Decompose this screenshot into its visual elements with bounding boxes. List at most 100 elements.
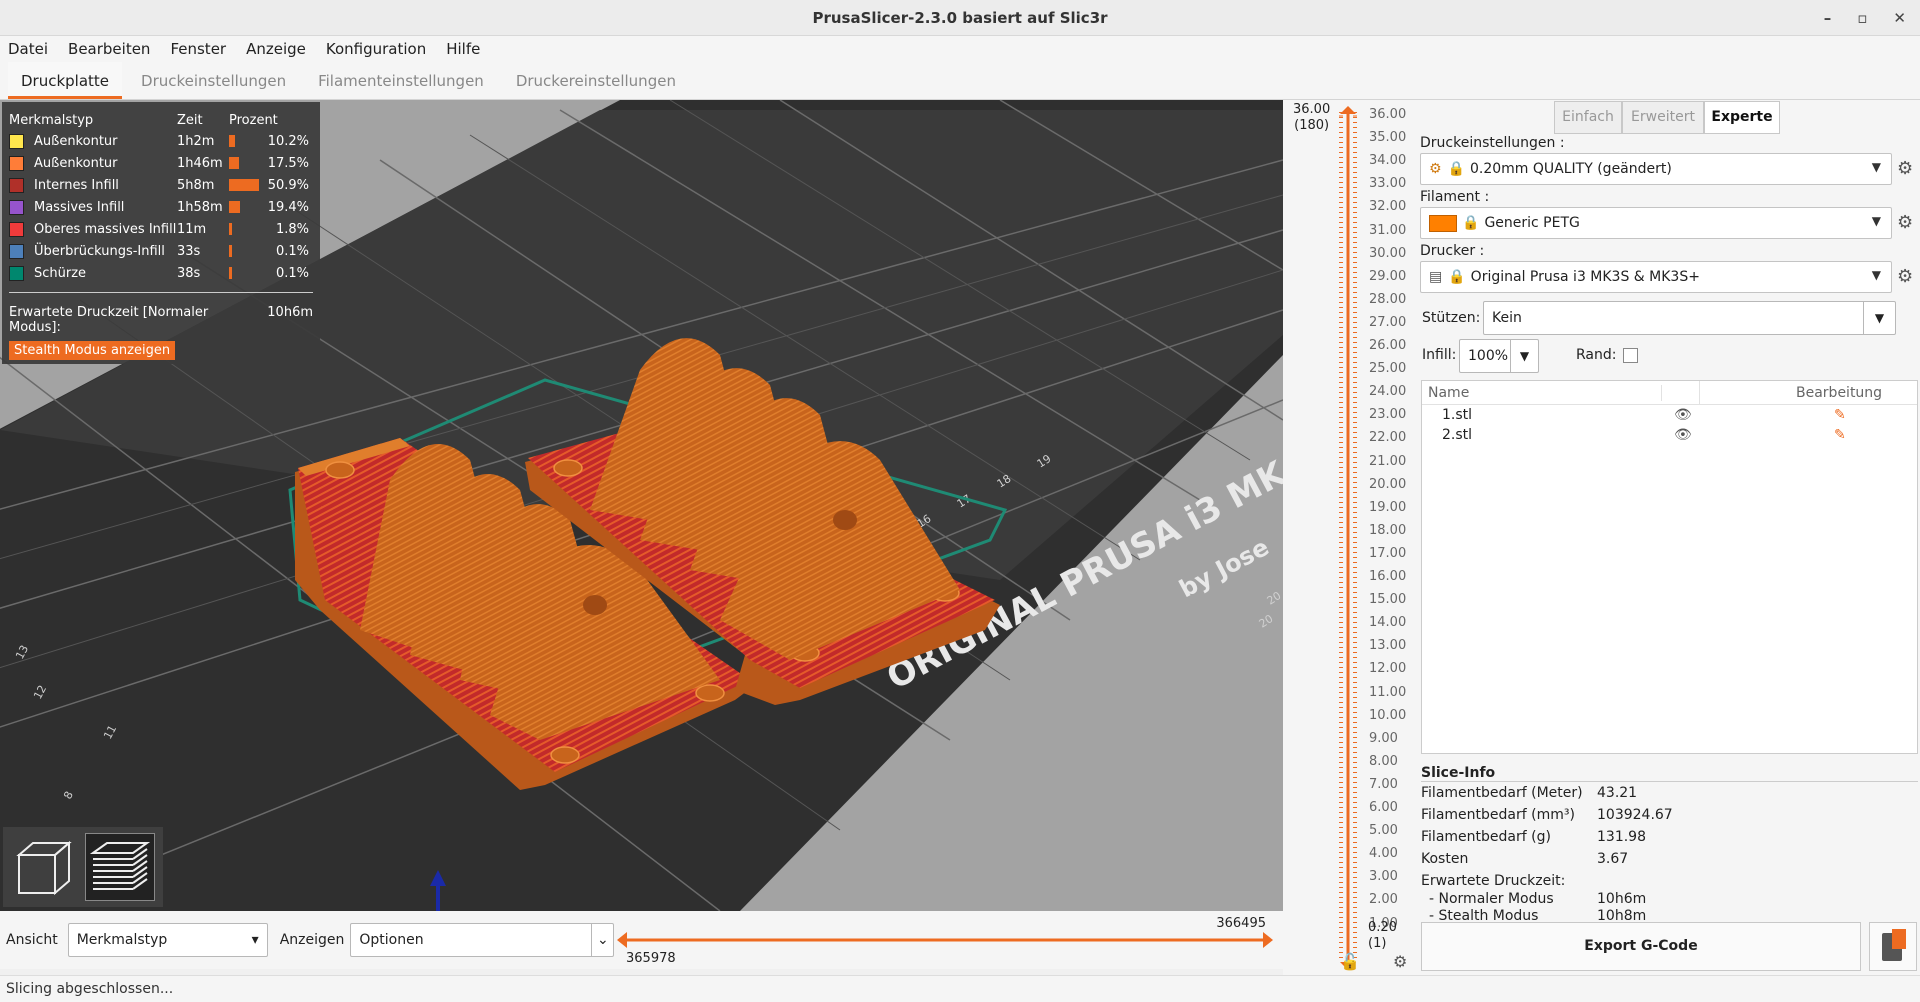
filament-select[interactable]: 🔒 Generic PETG ▼ <box>1420 207 1892 239</box>
object-name[interactable]: 1.stl <box>1422 407 1674 423</box>
maximize-icon[interactable]: ▫ <box>1857 0 1867 36</box>
object-list-header-name[interactable]: Name <box>1422 384 1662 401</box>
printer-icon: ▤ <box>1429 269 1443 285</box>
infill-select[interactable]: 100% ▼ <box>1459 339 1539 373</box>
mode-erweitert-button[interactable]: Erweitert <box>1622 101 1704 134</box>
eye-icon[interactable]: 👁 <box>1674 407 1834 423</box>
layer-tick-mark <box>1339 917 1357 918</box>
layer-tick-mark <box>1339 222 1357 223</box>
layer-tick-mark <box>1339 142 1357 143</box>
layer-tick-label: 19.00 <box>1369 499 1407 515</box>
layer-tick-mark <box>1339 517 1357 518</box>
layer-tick-mark <box>1339 207 1357 208</box>
layer-tick-mark <box>1339 532 1357 533</box>
close-icon[interactable]: ✕ <box>1893 0 1906 36</box>
layer-tick-mark <box>1339 742 1357 743</box>
tab-druckeinstellungen[interactable]: Druckeinstellungen <box>128 62 299 99</box>
legend-feature-time: 1h46m <box>177 155 223 171</box>
layer-tick-mark <box>1339 437 1357 438</box>
mode-experte-button[interactable]: Experte <box>1704 101 1780 134</box>
layer-tick-mark <box>1339 502 1357 503</box>
menu-anzeige[interactable]: Anzeige <box>246 40 306 58</box>
print-settings-select[interactable]: ⚙ 🔒 0.20mm QUALITY (geändert) ▼ <box>1420 153 1892 185</box>
layer-tick-label: 22.00 <box>1369 430 1407 446</box>
list-item[interactable]: 2.stl 👁 ✎ <box>1422 425 1917 445</box>
left-thumb-icon[interactable] <box>617 932 627 948</box>
gear-icon[interactable]: ⚙ <box>1897 159 1917 179</box>
view-preview-button[interactable] <box>85 833 155 901</box>
layer-tick-mark <box>1339 337 1357 338</box>
brim-checkbox[interactable] <box>1623 348 1638 363</box>
layer-tick-label: 23.00 <box>1369 407 1407 423</box>
menu-datei[interactable]: Datei <box>8 40 48 58</box>
layer-tick-mark <box>1339 132 1357 133</box>
layer-tick-mark <box>1339 842 1357 843</box>
range-bottom-value: 365978 <box>626 951 676 966</box>
layer-tick-label: 18.00 <box>1369 522 1407 538</box>
layer-tick-mark <box>1339 662 1357 663</box>
layer-tick-mark <box>1339 582 1357 583</box>
layer-tick-mark <box>1339 822 1357 823</box>
tab-druckplatte[interactable]: Druckplatte <box>8 62 123 99</box>
view-type-select[interactable]: Merkmalstyp ▾ <box>67 923 268 957</box>
layer-slider[interactable]: 36.00 (180) 36.00 35.00 34.00 33.00 32.00 31.… <box>1283 100 1417 975</box>
layer-tick-mark <box>1339 542 1357 543</box>
layer-tick-mark <box>1339 847 1357 848</box>
gear-icon[interactable]: ⚙ <box>1897 267 1917 287</box>
window-title: PrusaSlicer-2.3.0 basiert auf Slic3r <box>812 9 1108 27</box>
legend-color-swatch <box>9 177 24 193</box>
right-thumb-icon[interactable] <box>1263 932 1273 948</box>
layer-tick-mark <box>1339 852 1357 853</box>
view-3d-button[interactable] <box>9 833 79 901</box>
legend-feature-percent: 0.1% <box>275 243 309 259</box>
layer-tick-mark <box>1339 712 1357 713</box>
menu-hilfe[interactable]: Hilfe <box>446 40 480 58</box>
supports-select[interactable]: Kein ▼ <box>1483 301 1896 335</box>
layer-tick-mark <box>1339 252 1357 253</box>
layer-tick-mark <box>1339 597 1357 598</box>
minimize-icon[interactable]: – <box>1824 0 1832 36</box>
edit-icon[interactable]: ✎ <box>1834 427 1846 443</box>
tab-filamenteinstellungen[interactable]: Filamenteinstellungen <box>305 62 497 99</box>
gear-icon[interactable]: ⚙ <box>1393 952 1407 971</box>
legend-row: Außenkontur 1h46m 17.5% <box>9 152 313 174</box>
eye-icon[interactable]: 👁 <box>1674 427 1834 443</box>
layer-tick-mark <box>1339 802 1357 803</box>
layer-tick-mark <box>1339 592 1357 593</box>
layer-tick-mark <box>1339 767 1357 768</box>
edit-icon[interactable]: ✎ <box>1834 407 1846 423</box>
show-options-select[interactable]: Optionen ⌄ <box>350 923 615 957</box>
brim-label: Rand: <box>1576 347 1617 363</box>
layer-tick-mark <box>1339 792 1357 793</box>
layer-tick-mark <box>1339 732 1357 733</box>
layer-slider-track[interactable] <box>1333 104 1363 974</box>
lock-icon[interactable]: 🔓 <box>1340 952 1360 971</box>
send-to-printer-button[interactable] <box>1869 922 1917 971</box>
menu-konfiguration[interactable]: Konfiguration <box>326 40 426 58</box>
show-stealth-mode-button[interactable]: Stealth Modus anzeigen <box>9 341 176 360</box>
layer-tick-label: 20.00 <box>1369 476 1407 492</box>
menu-fenster[interactable]: Fenster <box>170 40 226 58</box>
horizontal-slider-track[interactable] <box>615 928 1275 952</box>
legend-percent-bar <box>229 245 267 257</box>
export-gcode-button[interactable]: Export G-Code <box>1421 922 1861 971</box>
tab-druckereinstellungen[interactable]: Druckereinstellungen <box>503 62 689 99</box>
gear-icon[interactable]: ⚙ <box>1897 213 1917 233</box>
preview-canvas[interactable]: 8 9 10 11 12 13 14 15 16 17 18 19 20 13 … <box>0 100 1283 911</box>
layer-tick-mark <box>1339 237 1357 238</box>
layer-top-index: (180) <box>1294 118 1330 133</box>
object-list[interactable]: Name Bearbeitung 1.stl 👁 ✎ 2.stl 👁 ✎ <box>1421 380 1918 754</box>
legend-percent-bar <box>229 223 267 235</box>
object-name[interactable]: 2.stl <box>1422 427 1674 443</box>
menu-bearbeiten[interactable]: Bearbeiten <box>68 40 150 58</box>
mode-einfach-button[interactable]: Einfach <box>1554 101 1622 134</box>
legend-feature-percent: 17.5% <box>267 155 309 171</box>
printer-select[interactable]: ▤ 🔒 Original Prusa i3 MK3S & MK3S+ ▼ <box>1420 261 1892 293</box>
list-item[interactable]: 1.stl 👁 ✎ <box>1422 405 1917 425</box>
layer-tick-label: 4.00 <box>1369 846 1398 862</box>
object-list-header-edit[interactable]: Bearbeitung <box>1700 385 1882 401</box>
legend-feature-percent: 1.8% <box>275 221 309 237</box>
layer-tick-mark <box>1339 762 1357 763</box>
filament-color-swatch <box>1429 214 1457 232</box>
horizontal-move-slider[interactable]: 366495 365978 <box>615 911 1275 969</box>
